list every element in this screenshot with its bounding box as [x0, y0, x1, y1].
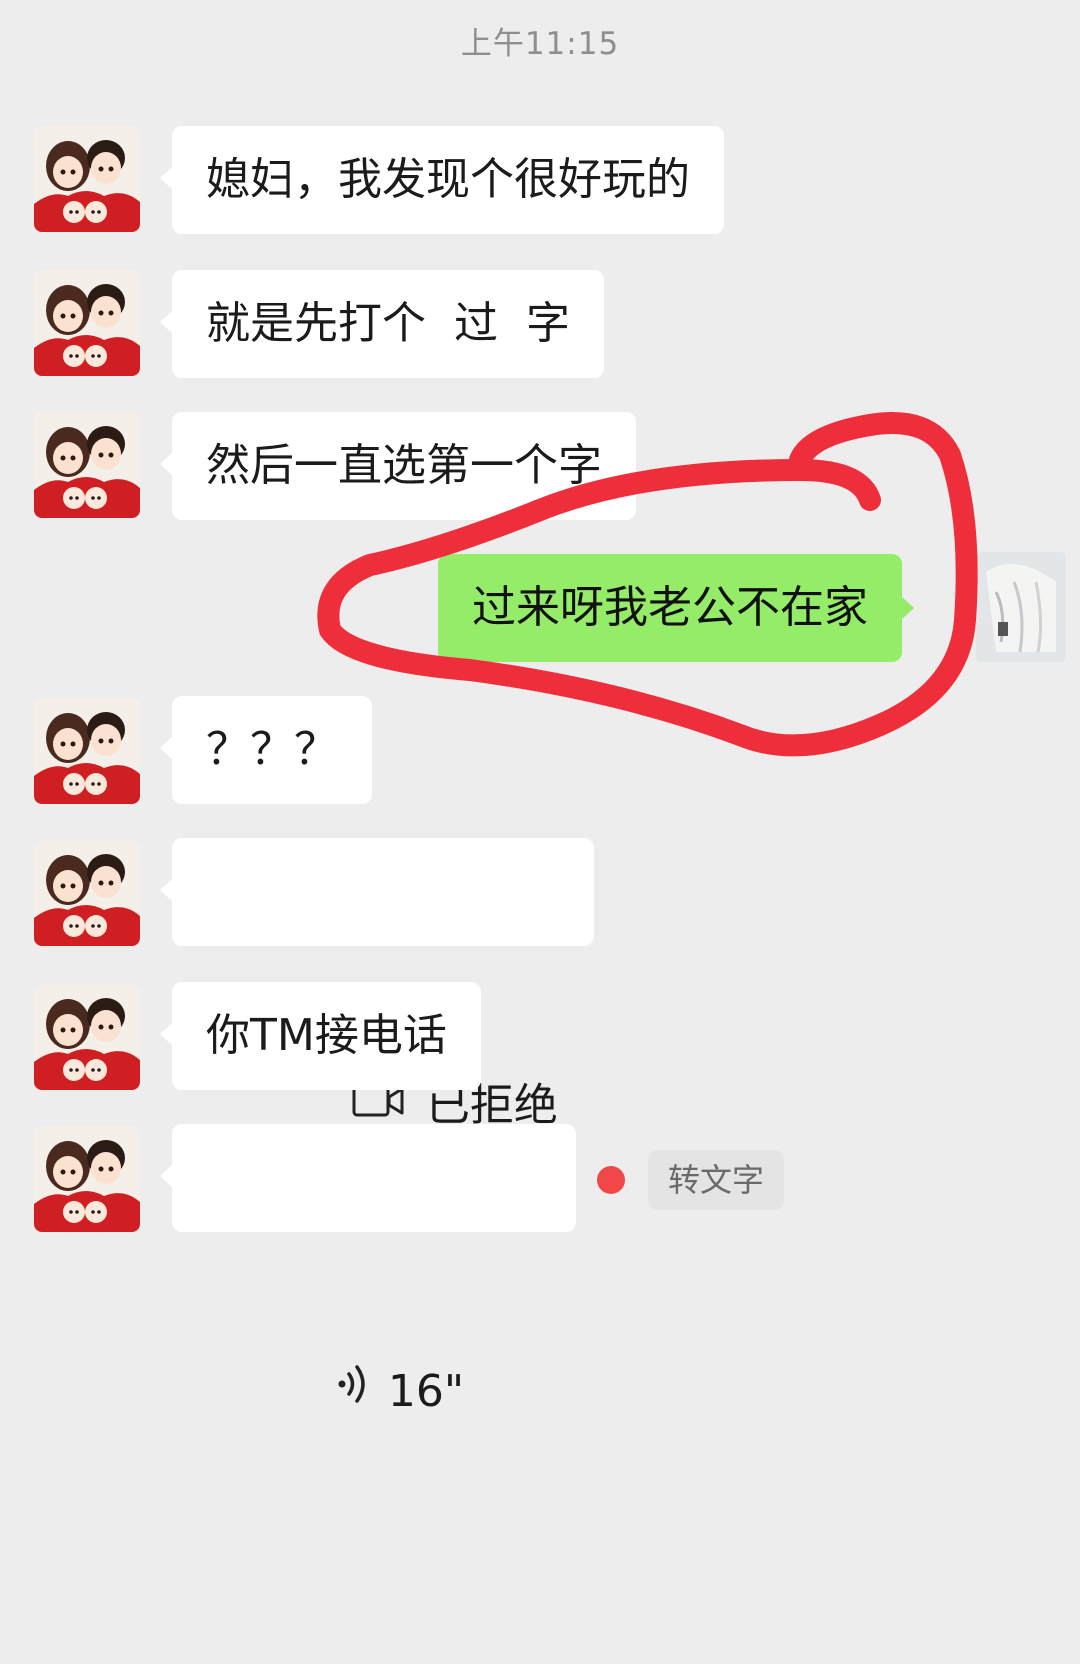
photo-avatar-icon — [976, 552, 1066, 662]
message-timestamp: 上午11:15 — [460, 26, 620, 62]
outgoing-message-bubble[interactable]: 过来呀我老公不在家 — [438, 554, 914, 662]
message-bubble[interactable]: 然后一直选第一个字 — [160, 412, 636, 520]
transcribe-button[interactable]: 转文字 — [648, 1150, 785, 1210]
video-call-rejected-bubble[interactable]: 已拒绝 — [160, 838, 594, 1131]
contact-avatar[interactable] — [34, 984, 140, 1090]
couple-avatar-icon — [34, 412, 140, 518]
self-avatar[interactable] — [976, 552, 1066, 662]
message-bubble[interactable]: 你TM接电话 — [160, 982, 481, 1090]
contact-avatar[interactable] — [34, 412, 140, 518]
contact-avatar[interactable] — [34, 1126, 140, 1232]
voice-wave-icon — [252, 1228, 370, 1552]
contact-avatar[interactable] — [34, 840, 140, 946]
couple-avatar-icon — [34, 698, 140, 804]
couple-avatar-icon — [34, 1126, 140, 1232]
couple-avatar-icon — [34, 126, 140, 232]
contact-avatar[interactable] — [34, 126, 140, 232]
contact-avatar[interactable] — [34, 270, 140, 376]
message-bubble[interactable]: 媳妇，我发现个很好玩的 — [160, 126, 724, 234]
couple-avatar-icon — [34, 840, 140, 946]
message-bubble[interactable]: ？？？ — [160, 696, 372, 804]
voice-duration: 16" — [387, 1366, 465, 1417]
couple-avatar-icon — [34, 984, 140, 1090]
couple-avatar-icon — [34, 270, 140, 376]
voice-message-bubble[interactable]: 16" — [160, 1124, 576, 1417]
contact-avatar[interactable] — [34, 698, 140, 804]
message-bubble[interactable]: 就是先打个 过 字 — [160, 270, 604, 378]
unread-indicator — [597, 1166, 625, 1194]
